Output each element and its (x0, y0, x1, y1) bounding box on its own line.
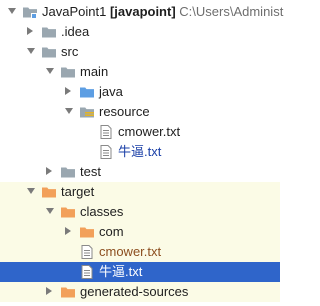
resource-folder-icon (79, 104, 95, 120)
tree-row-resource[interactable]: resource (0, 102, 280, 122)
collapse-arrow-icon[interactable] (27, 27, 33, 35)
tree-row-txt[interactable]: 牛逼.txt (0, 142, 280, 162)
excluded-folder-icon (41, 184, 57, 200)
tree-row-generated-sources[interactable]: generated-sources (0, 282, 280, 302)
tree-row-javapoint1[interactable]: JavaPoint1 [javapoint] C:\Users\Administ (0, 2, 283, 22)
project-path: C:\Users\Administ (175, 4, 284, 19)
tree-row-cmower-txt[interactable]: cmower.txt (0, 242, 280, 262)
tree-item-label: generated-sources (80, 284, 189, 299)
folder-icon (60, 64, 76, 80)
expand-arrow-icon[interactable] (27, 48, 35, 54)
folder-icon (41, 24, 57, 40)
collapse-arrow-icon[interactable] (65, 87, 71, 95)
tree-row-txt[interactable]: 牛逼.txt (0, 262, 280, 282)
expand-arrow-icon[interactable] (46, 208, 54, 214)
expand-arrow-icon[interactable] (27, 188, 35, 194)
folder-icon (41, 44, 57, 60)
tree-item-label: classes (80, 204, 124, 219)
tree-row-java[interactable]: java (0, 82, 280, 102)
source-folder-icon (79, 84, 95, 100)
tree-item-label: 牛逼.txt (99, 264, 143, 279)
tree-row-classes[interactable]: classes (0, 202, 280, 222)
collapse-arrow-icon[interactable] (46, 287, 52, 295)
module-name: [javapoint] (109, 4, 176, 19)
tree-item-label: main (80, 64, 109, 79)
tree-item-label: resource (99, 104, 150, 119)
tree-item-label: 牛逼.txt (118, 144, 162, 159)
text-file-icon (79, 264, 95, 280)
tree-row-main[interactable]: main (0, 62, 280, 82)
tree-item-label: java (99, 84, 123, 99)
project-tree: JavaPoint1 [javapoint] C:\Users\Administ… (0, 0, 283, 306)
tree-item-label: cmower.txt (118, 124, 181, 139)
excluded-folder-icon (79, 224, 95, 240)
text-file-icon (98, 124, 114, 140)
tree-row-cmower-txt[interactable]: cmower.txt (0, 122, 280, 142)
tree-item-label: cmower.txt (99, 244, 162, 259)
text-file-icon (98, 144, 114, 160)
expand-arrow-icon[interactable] (46, 68, 54, 74)
tree-row-test[interactable]: test (0, 162, 280, 182)
tree-item-label: com (99, 224, 124, 239)
tree-item-label: src (61, 44, 79, 59)
tree-row-target[interactable]: target (0, 182, 280, 202)
excluded-folder-icon (60, 204, 76, 220)
tree-item-label: target (61, 184, 95, 199)
tree-item-label: .idea (61, 24, 90, 39)
collapse-arrow-icon[interactable] (65, 227, 71, 235)
folder-icon (60, 164, 76, 180)
project-name: JavaPoint1 (42, 4, 110, 19)
tree-row-com[interactable]: com (0, 222, 280, 242)
tree-row-src[interactable]: src (0, 42, 280, 62)
project-root-label: JavaPoint1 [javapoint] C:\Users\Administ (42, 4, 283, 20)
tree-row-idea[interactable]: .idea (0, 22, 280, 42)
excluded-folder-icon (60, 284, 76, 300)
tree-item-label: test (80, 164, 101, 179)
expand-arrow-icon[interactable] (65, 108, 73, 114)
expand-arrow-icon[interactable] (8, 8, 16, 14)
text-file-icon (79, 244, 95, 260)
module-folder-icon (22, 4, 38, 20)
collapse-arrow-icon[interactable] (46, 167, 52, 175)
